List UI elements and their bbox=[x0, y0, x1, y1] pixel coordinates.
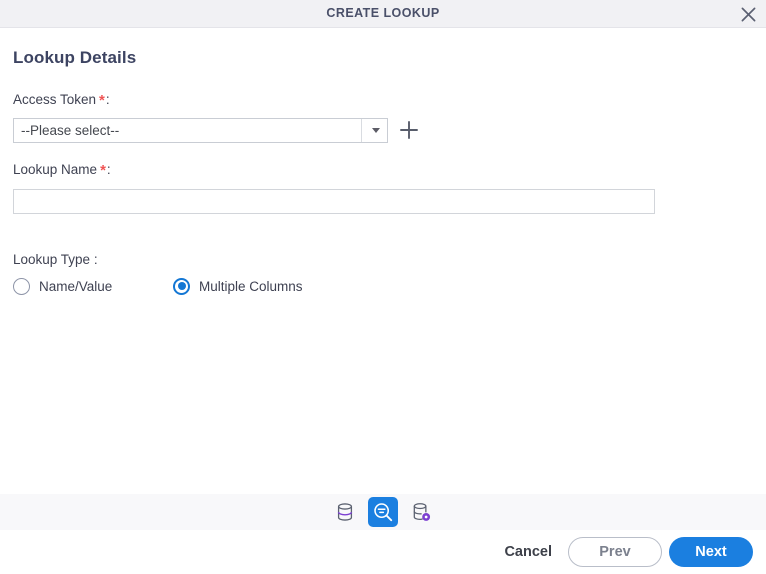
database-settings-icon[interactable] bbox=[406, 497, 436, 527]
access-token-dropdown[interactable]: --Please select-- bbox=[13, 118, 388, 143]
lookup-name-input[interactable] bbox=[13, 189, 655, 214]
lookup-search-icon[interactable] bbox=[368, 497, 398, 527]
database-icon[interactable] bbox=[330, 497, 360, 527]
add-access-token-button[interactable] bbox=[398, 118, 420, 142]
access-token-label: Access Token *: bbox=[13, 92, 110, 109]
lookup-name-label-text: Lookup Name bbox=[13, 162, 98, 177]
radio-label-multiple-columns: Multiple Columns bbox=[199, 278, 303, 294]
radio-label-name-value: Name/Value bbox=[39, 278, 113, 294]
close-icon[interactable] bbox=[736, 2, 760, 26]
required-asterisk: * bbox=[100, 162, 106, 179]
next-button[interactable]: Next bbox=[669, 537, 753, 567]
radio-icon-selected[interactable] bbox=[173, 277, 190, 295]
chevron-down-icon[interactable] bbox=[372, 128, 380, 133]
lookup-details-form: Lookup Details Access Token *: --Please s… bbox=[0, 28, 766, 494]
dialog-footer: Cancel Prev Next bbox=[0, 530, 766, 574]
access-token-selected-value: --Please select-- bbox=[21, 123, 120, 138]
lookup-type-label: Lookup Type : bbox=[13, 252, 98, 267]
radio-icon-unselected[interactable] bbox=[13, 277, 30, 295]
cancel-button[interactable]: Cancel bbox=[502, 540, 554, 564]
dialog-title: CREATE LOOKUP bbox=[326, 6, 440, 20]
wizard-step-strip bbox=[0, 494, 766, 530]
prev-button[interactable]: Prev bbox=[568, 537, 662, 567]
lookup-name-label: Lookup Name *: bbox=[13, 162, 111, 179]
lookup-name-label-colon: : bbox=[106, 162, 111, 177]
access-token-label-text: Access Token bbox=[13, 92, 97, 107]
required-asterisk: * bbox=[99, 92, 105, 109]
dialog-title-bar: CREATE LOOKUP bbox=[0, 0, 766, 28]
radio-option-name-value[interactable]: Name/Value bbox=[13, 273, 112, 299]
access-token-label-colon: : bbox=[105, 92, 110, 107]
page-title: Lookup Details bbox=[13, 48, 137, 67]
radio-option-multiple-columns[interactable]: Multiple Columns bbox=[173, 273, 303, 299]
dropdown-divider bbox=[361, 119, 362, 142]
